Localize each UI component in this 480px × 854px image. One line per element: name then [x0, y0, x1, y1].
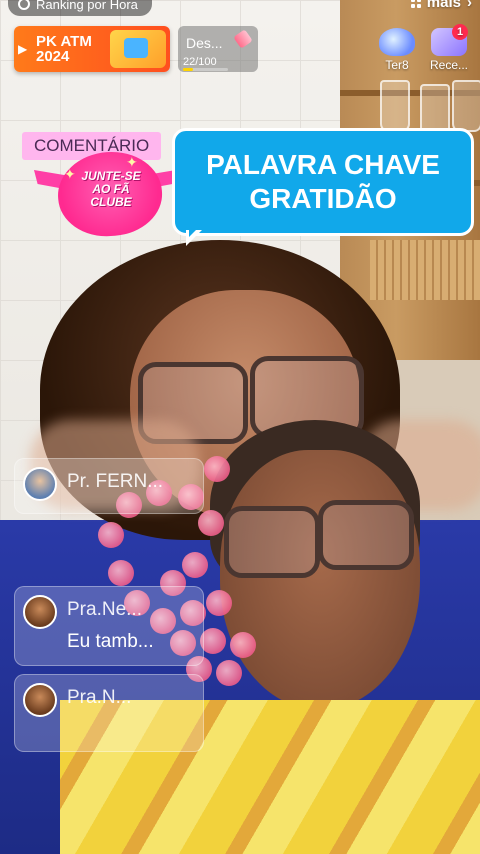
pk-title-line2: 2024 [36, 48, 70, 65]
chat-text: Eu tamb... [67, 631, 154, 652]
caption-line2: GRATIDÃO [249, 183, 397, 214]
sparkle-icon: ✦ [126, 154, 138, 170]
challenge-progress-bar [183, 68, 228, 71]
avatar [23, 595, 57, 629]
challenge-progress-text: 22/100 [183, 56, 217, 68]
more-button[interactable]: mais › [410, 0, 472, 11]
pk-event-art [110, 30, 166, 68]
chat-username: Pr. FERN... [67, 471, 164, 492]
chevron-right-icon: › [467, 0, 472, 11]
recent-button[interactable]: 1 Rece... [426, 24, 472, 74]
ter8-button[interactable]: Ter8 [374, 26, 420, 74]
join-fan-club-button[interactable]: JUNTE-SE AO FÃ CLUBE ✦ ✦ [34, 148, 176, 240]
sparkle-icon: ✦ [64, 166, 76, 182]
caption-bubble-tail [186, 227, 202, 246]
ranking-icon [18, 0, 30, 10]
chat-message[interactable]: Pr. FERN... [14, 458, 204, 514]
chat-username: Pra.N... [67, 687, 132, 708]
fan-club-line3: CLUBE [90, 195, 132, 209]
challenge-progress-fill [183, 68, 193, 71]
pk-title: PK ATM 2024 [36, 34, 92, 64]
pk-event-banner[interactable]: ▶ PK ATM 2024 [14, 26, 170, 72]
notification-badge: 1 [452, 24, 468, 40]
hourly-ranking-button[interactable]: Ranking por Hora [8, 0, 152, 16]
guest-glasses-right [318, 500, 414, 570]
pk-title-line1: PK ATM [36, 33, 92, 50]
chat-message[interactable]: Pra.N... [14, 674, 204, 752]
keyword-caption-bubble: PALAVRA CHAVE GRATIDÃO [172, 128, 474, 236]
caption-line1: PALAVRA CHAVE [206, 149, 440, 180]
chat-message[interactable]: Pra.Ne... Eu tamb... [14, 586, 204, 666]
avatar [23, 467, 57, 501]
challenge-progress-card[interactable]: Des... 22/100 [178, 26, 258, 72]
challenge-label: Des... [186, 35, 223, 51]
ranking-label: Ranking por Hora [36, 0, 138, 12]
ribbon-icon [233, 29, 253, 49]
more-label: mais [426, 0, 461, 11]
ter8-label: Ter8 [385, 58, 409, 72]
guest-glasses-left [224, 506, 320, 578]
avatar [23, 683, 57, 717]
fan-club-text: JUNTE-SE AO FÃ CLUBE [66, 170, 156, 209]
crystal-icon [379, 28, 415, 56]
glass [452, 80, 480, 132]
cabinet-slats [370, 240, 480, 300]
guest-face [220, 450, 420, 710]
glass [380, 80, 410, 132]
grid-icon [410, 0, 421, 8]
play-icon: ▶ [18, 42, 28, 56]
chat-username: Pra.Ne... [67, 599, 142, 620]
recent-label: Rece... [429, 58, 468, 72]
